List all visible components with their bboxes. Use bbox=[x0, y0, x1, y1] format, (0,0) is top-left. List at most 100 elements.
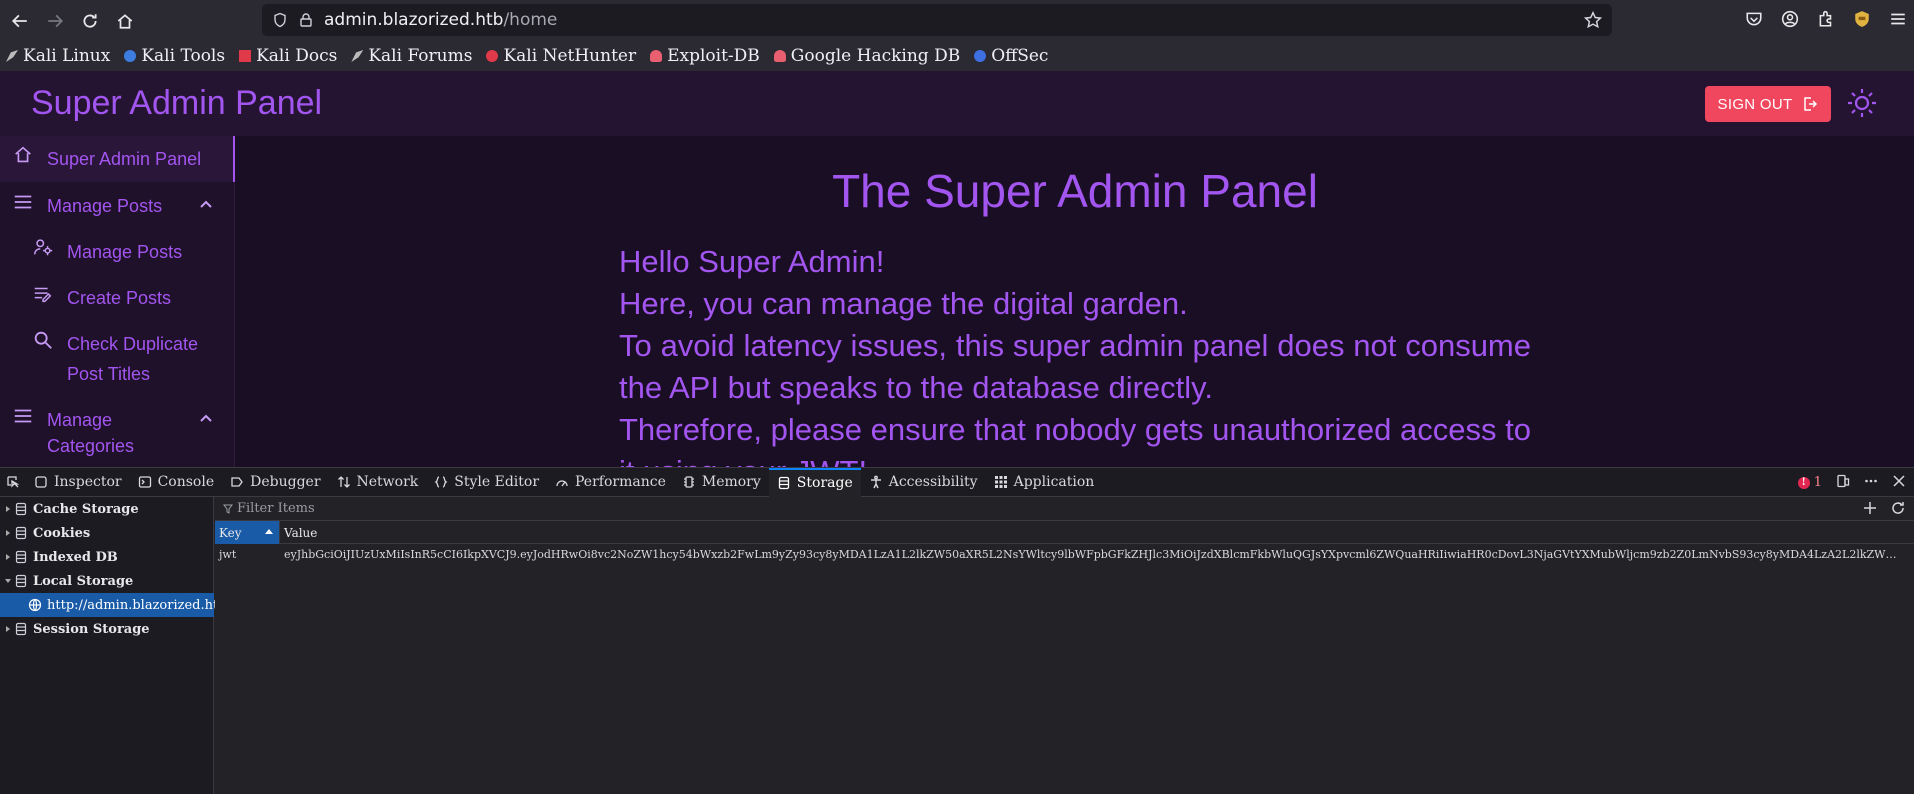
sidebar-item-manage-posts[interactable]: Manage Posts bbox=[0, 228, 235, 274]
element-picker-icon[interactable] bbox=[0, 468, 26, 497]
close-devtools-icon[interactable] bbox=[1892, 474, 1906, 492]
tab-label: Memory bbox=[701, 474, 761, 490]
pocket-icon[interactable] bbox=[1744, 8, 1764, 30]
row-key[interactable]: jwt bbox=[215, 548, 279, 561]
tab-label: Application bbox=[1013, 474, 1095, 490]
tree-item-session-storage[interactable]: Session Storage bbox=[0, 617, 214, 641]
tab-console[interactable]: Console bbox=[130, 468, 223, 497]
tab-storage[interactable]: Storage bbox=[768, 467, 861, 497]
expand-arrow-icon[interactable] bbox=[4, 553, 12, 561]
search-icon bbox=[32, 329, 54, 351]
kali-dragon-icon bbox=[6, 50, 18, 62]
tree-item-cache-storage[interactable]: Cache Storage bbox=[0, 497, 214, 521]
memory-icon bbox=[683, 476, 694, 488]
chevron-up-icon[interactable] bbox=[196, 408, 216, 428]
tab-label: Debugger bbox=[250, 474, 321, 490]
more-options-icon[interactable] bbox=[1864, 474, 1878, 492]
collapse-arrow-icon[interactable] bbox=[4, 577, 12, 585]
url-text[interactable]: admin.blazorized.htb/home bbox=[324, 10, 557, 30]
expand-arrow-icon[interactable] bbox=[4, 529, 12, 537]
performance-icon bbox=[556, 480, 568, 487]
tab-debugger[interactable]: Debugger bbox=[222, 468, 328, 497]
chevron-up-icon[interactable] bbox=[196, 194, 216, 214]
row-value[interactable]: eyJhbGciOiJIUzUxMiIsInR5cCI6IkpXVCJ9.eyJ… bbox=[279, 548, 1899, 561]
lock-icon[interactable] bbox=[298, 12, 314, 28]
bookmark-offsec[interactable]: OffSec bbox=[974, 46, 1048, 66]
burp-extension-icon[interactable] bbox=[1852, 8, 1872, 30]
sidebar-item-create-posts[interactable]: Create Posts bbox=[0, 274, 235, 320]
sidebar-group-manage-categories[interactable]: Manage Categories bbox=[0, 396, 235, 467]
inspector-icon bbox=[35, 476, 47, 488]
page-title: The Super Admin Panel bbox=[832, 165, 1318, 217]
theme-toggle-sun-icon[interactable] bbox=[1846, 87, 1878, 119]
devtools-toolbar: Inspector Console Debugger Network Style… bbox=[0, 467, 1914, 497]
tab-performance[interactable]: Performance bbox=[547, 468, 674, 497]
extensions-icon[interactable] bbox=[1816, 8, 1836, 30]
bookmark-star-icon[interactable] bbox=[1583, 10, 1603, 33]
url-host: admin.blazorized.htb bbox=[324, 10, 504, 30]
bookmark-label: Kali Docs bbox=[256, 46, 338, 66]
account-icon[interactable] bbox=[1780, 8, 1800, 30]
tab-inspector[interactable]: Inspector bbox=[26, 468, 130, 497]
url-bar[interactable]: admin.blazorized.htb/home bbox=[262, 4, 1612, 36]
debugger-icon bbox=[231, 477, 243, 487]
sign-out-button[interactable]: SIGN OUT bbox=[1705, 86, 1831, 122]
tree-item-label: Local Storage bbox=[33, 573, 134, 589]
hamburger-menu-icon[interactable] bbox=[1888, 8, 1908, 30]
bookmark-kali-nethunter[interactable]: Kali NetHunter bbox=[486, 46, 636, 66]
tree-item-local-storage-origin[interactable]: http://admin.blazorized.htb bbox=[0, 593, 227, 617]
tree-item-label: Cache Storage bbox=[33, 501, 139, 517]
table-row[interactable]: jwt eyJhbGciOiJIUzUxMiIsInR5cCI6IkpXVCJ9… bbox=[215, 545, 1914, 563]
bookmark-kali-linux[interactable]: Kali Linux bbox=[6, 46, 110, 66]
menu-icon bbox=[12, 405, 34, 427]
bookmark-label: Kali Forums bbox=[368, 46, 473, 66]
paragraph-line: Here, you can manage the digital garden. bbox=[619, 286, 1188, 321]
sidebar-item-label: Manage Posts bbox=[67, 242, 183, 262]
tab-application[interactable]: Application bbox=[986, 468, 1103, 497]
tree-item-cookies[interactable]: Cookies bbox=[0, 521, 214, 545]
expand-arrow-icon[interactable] bbox=[4, 625, 12, 633]
reload-icon[interactable] bbox=[76, 7, 104, 35]
storage-icon bbox=[15, 526, 27, 540]
bookmark-exploit-db[interactable]: Exploit-DB bbox=[650, 46, 760, 66]
tree-item-local-storage[interactable]: Local Storage bbox=[0, 569, 214, 593]
bookmark-kali-forums[interactable]: Kali Forums bbox=[351, 46, 472, 66]
tab-style-editor[interactable]: Style Editor bbox=[426, 468, 547, 497]
sort-ascending-icon bbox=[265, 529, 273, 534]
menu-icon bbox=[12, 191, 34, 213]
sidebar-group-manage-posts[interactable]: Manage Posts bbox=[0, 182, 235, 228]
bookmark-kali-tools[interactable]: Kali Tools bbox=[124, 46, 225, 66]
expand-arrow-icon[interactable] bbox=[4, 505, 12, 513]
storage-icon bbox=[15, 574, 27, 588]
tab-label: Accessibility bbox=[888, 474, 978, 490]
app-brand[interactable]: Super Admin Panel bbox=[31, 84, 322, 123]
bookmark-kali-docs[interactable]: Kali Docs bbox=[239, 46, 337, 66]
error-count-badge[interactable]: ! 1 bbox=[1797, 475, 1822, 490]
column-header-value[interactable]: Value bbox=[279, 521, 317, 544]
sidebar-item-check-duplicate-post-titles[interactable]: Check Duplicate Post Titles bbox=[0, 320, 235, 396]
application-icon bbox=[994, 476, 1007, 488]
add-item-icon[interactable] bbox=[1862, 500, 1878, 520]
sidebar-item-super-admin-panel[interactable]: Super Admin Panel bbox=[0, 136, 235, 182]
network-icon bbox=[337, 476, 350, 488]
filter-icon bbox=[223, 504, 233, 514]
filter-input[interactable]: Filter Items bbox=[223, 501, 315, 516]
refresh-icon[interactable] bbox=[1890, 500, 1906, 520]
tab-memory[interactable]: Memory bbox=[674, 468, 769, 497]
column-header-key[interactable]: Key bbox=[215, 521, 279, 544]
offsec-icon bbox=[974, 50, 987, 62]
forward-arrow-icon[interactable] bbox=[41, 7, 69, 35]
user-gear-icon bbox=[32, 236, 54, 258]
storage-icon bbox=[15, 622, 27, 636]
shield-icon[interactable] bbox=[272, 12, 288, 28]
back-arrow-icon[interactable] bbox=[6, 7, 34, 35]
tree-item-indexed-db[interactable]: Indexed DB bbox=[0, 545, 214, 569]
tab-label: Console bbox=[157, 474, 215, 490]
home-icon[interactable] bbox=[111, 7, 139, 35]
responsive-design-icon[interactable] bbox=[1836, 474, 1850, 492]
bookmark-label: Exploit-DB bbox=[667, 46, 760, 66]
bookmark-google-hacking-db[interactable]: Google Hacking DB bbox=[773, 46, 960, 66]
tab-accessibility[interactable]: Accessibility bbox=[861, 468, 986, 497]
tab-network[interactable]: Network bbox=[329, 468, 427, 497]
tab-label: Storage bbox=[796, 475, 853, 491]
